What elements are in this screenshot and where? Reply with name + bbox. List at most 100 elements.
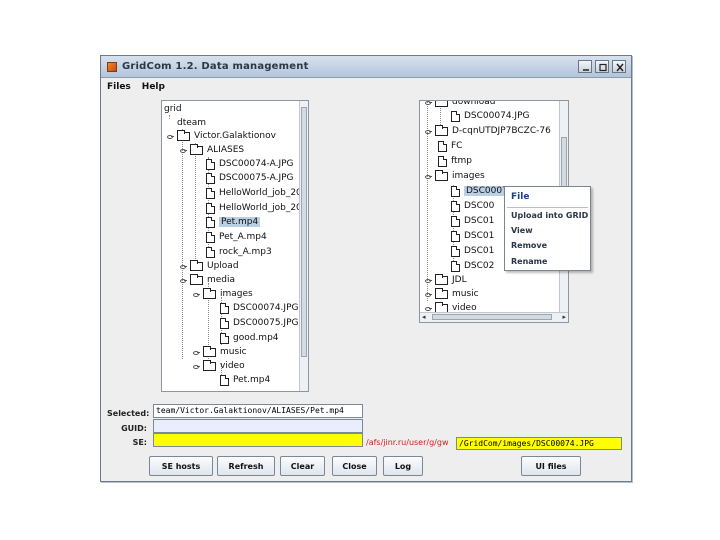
tree-node-file[interactable]: ftmp xyxy=(438,155,472,167)
window-controls xyxy=(578,60,626,73)
tree-node-folder[interactable]: ALIASES xyxy=(179,143,244,156)
tree-node-file[interactable]: DSC00074.JPG xyxy=(451,110,529,122)
se-hosts-button[interactable]: SE hosts xyxy=(149,456,213,476)
tree-node-file[interactable]: DSC00075-A.JPG xyxy=(206,172,294,184)
tree-node-file-selected[interactable]: Pet.mp4 xyxy=(206,216,261,228)
tree-node-label: Pet.mp4 xyxy=(233,375,271,385)
tree-node-folder[interactable]: JDL xyxy=(424,273,467,286)
tree-node-file[interactable]: DSC00074.JPG xyxy=(220,302,298,314)
expand-handle-icon[interactable] xyxy=(424,276,432,284)
tree-node-file[interactable]: DSC01 xyxy=(451,230,494,242)
folder-icon xyxy=(190,259,203,271)
menu-item-remove[interactable]: Remove xyxy=(511,241,547,250)
expand-handle-icon[interactable] xyxy=(192,348,200,356)
tree-node-file[interactable]: HelloWorld_job_20 xyxy=(206,187,302,199)
right-tree-hscrollbar[interactable]: ◂ ▸ xyxy=(420,312,568,322)
file-context-menu: File Upload into GRID View Remove Rename xyxy=(504,186,591,271)
file-icon xyxy=(451,215,460,227)
expand-handle-icon[interactable] xyxy=(179,262,187,270)
tree-node-file[interactable]: DSC02 xyxy=(451,260,494,272)
se-field[interactable] xyxy=(153,433,363,447)
menu-item-rename[interactable]: Rename xyxy=(511,257,547,266)
close-button[interactable]: Close xyxy=(332,456,377,476)
tree-node-grid[interactable]: grid xyxy=(164,103,182,115)
expand-handle-icon[interactable] xyxy=(192,362,200,370)
tree-node-folder[interactable]: download xyxy=(424,100,496,108)
tree-node-file[interactable]: DSC00 xyxy=(451,200,494,212)
log-button[interactable]: Log xyxy=(383,456,423,476)
tree-node-file[interactable]: rock_A.mp3 xyxy=(206,246,272,258)
scroll-thumb[interactable] xyxy=(301,107,307,357)
tree-node-folder[interactable]: music xyxy=(192,345,247,358)
file-icon xyxy=(206,187,215,199)
expand-handle-icon[interactable] xyxy=(424,101,432,106)
tree-node-label: Victor.Galaktionov xyxy=(194,131,276,141)
clear-button[interactable]: Clear xyxy=(280,456,325,476)
expand-handle-icon[interactable] xyxy=(424,172,432,180)
expand-handle-icon[interactable] xyxy=(424,127,432,135)
title-bar[interactable]: GridCom 1.2. Data management xyxy=(101,56,631,78)
scroll-left-icon[interactable]: ◂ xyxy=(422,313,426,321)
tree-node-folder[interactable]: media xyxy=(179,273,235,286)
folder-icon xyxy=(190,143,203,155)
ui-files-button[interactable]: UI files xyxy=(521,456,581,476)
menu-help[interactable]: Help xyxy=(142,82,165,92)
file-icon xyxy=(438,155,447,167)
tree-node-file[interactable]: FC xyxy=(438,140,462,152)
tree-node-file[interactable]: DSC01 xyxy=(451,215,494,227)
tree-node-label: download xyxy=(452,100,496,107)
scroll-thumb[interactable] xyxy=(432,314,552,320)
menu-item-view[interactable]: View xyxy=(511,226,533,235)
close-icon[interactable] xyxy=(612,60,626,73)
tree-node-folder[interactable]: D-cqnUTDJP7BCZC-76 xyxy=(424,124,551,137)
minimize-icon[interactable] xyxy=(578,60,592,73)
remote-path-field[interactable]: /GridCom/images/DSC00074.JPG xyxy=(456,437,622,450)
file-icon xyxy=(451,200,460,212)
folder-icon xyxy=(435,124,448,136)
maximize-icon[interactable] xyxy=(595,60,609,73)
tree-node-file[interactable]: Pet_A.mp4 xyxy=(206,231,267,243)
tree-node-file[interactable]: Pet.mp4 xyxy=(220,374,270,386)
file-icon xyxy=(206,216,215,228)
tree-node-file[interactable]: DSC00074-A.JPG xyxy=(206,158,294,170)
tree-node-dteam[interactable]: dteam xyxy=(177,117,206,129)
tree-node-file[interactable]: good.mp4 xyxy=(220,332,279,344)
expand-handle-icon[interactable] xyxy=(166,132,174,140)
selected-path-field[interactable]: team/Victor.Galaktionov/ALIASES/Pet.mp4 xyxy=(153,404,363,418)
tree-node-folder[interactable]: Victor.Galaktionov xyxy=(166,129,276,142)
tree-node-folder[interactable]: music xyxy=(424,287,479,300)
file-icon xyxy=(220,302,229,314)
file-icon xyxy=(451,185,460,197)
se-label: SE: xyxy=(132,438,147,447)
expand-handle-icon[interactable] xyxy=(192,290,200,298)
expand-handle-icon[interactable] xyxy=(179,276,187,284)
folder-icon xyxy=(203,359,216,371)
tree-node-file[interactable]: HelloWorld_job_20 xyxy=(206,202,302,214)
expand-handle-icon[interactable] xyxy=(424,304,432,312)
expand-handle-icon[interactable] xyxy=(179,146,187,154)
refresh-button[interactable]: Refresh xyxy=(217,456,275,476)
tree-node-label: music xyxy=(452,289,479,299)
folder-icon xyxy=(435,101,448,107)
tree-node-label: DSC01 xyxy=(464,231,495,241)
tree-node-folder[interactable]: video xyxy=(192,359,245,372)
window-title: GridCom 1.2. Data management xyxy=(122,61,309,72)
folder-icon xyxy=(435,169,448,181)
tree-node-label: good.mp4 xyxy=(233,333,279,343)
menu-item-upload[interactable]: Upload into GRID xyxy=(511,211,588,220)
left-tree-vscrollbar[interactable] xyxy=(299,101,308,391)
guid-field[interactable] xyxy=(153,419,363,433)
menu-files[interactable]: Files xyxy=(107,82,131,92)
tree-node-file[interactable]: DSC01 xyxy=(451,245,494,257)
file-icon xyxy=(451,260,460,272)
scroll-right-icon[interactable]: ▸ xyxy=(562,313,566,321)
tree-node-file[interactable]: DSC00075.JPG xyxy=(220,317,298,329)
tree-node-folder[interactable]: images xyxy=(424,169,485,182)
expand-handle-icon[interactable] xyxy=(424,290,432,298)
grid-file-tree[interactable]: grid dteam Victor.Galaktionov ALIASES DS… xyxy=(161,100,309,392)
file-icon xyxy=(451,245,460,257)
folder-icon xyxy=(203,287,216,299)
tree-node-folder[interactable]: Upload xyxy=(179,259,239,272)
tree-node-folder[interactable]: images xyxy=(192,287,253,300)
tree-node-file-selected[interactable]: DSC0007 xyxy=(451,185,510,197)
